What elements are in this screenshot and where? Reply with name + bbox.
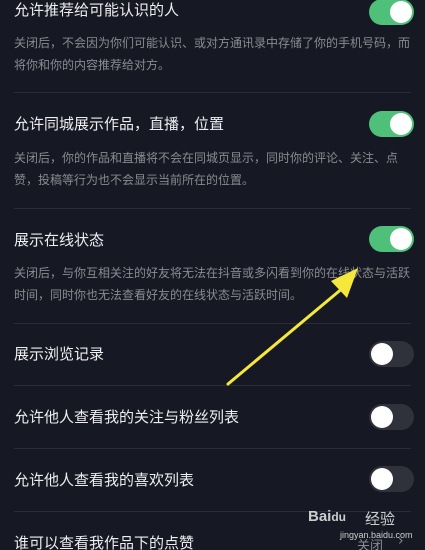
watermark-url: jingyan.baidu.com — [340, 530, 413, 540]
toggle-knob — [390, 1, 412, 23]
setting-row-online-status: 展示在线状态 关闭后，与你互相关注的好友将无法在抖音或多闪看到你的在线状态与活跃… — [0, 209, 425, 323]
setting-title: 允许他人查看我的喜欢列表 — [14, 471, 195, 489]
likes-list-toggle[interactable] — [369, 466, 414, 492]
watermark-cn: 经验 — [365, 510, 396, 528]
setting-title: 展示在线状态 — [14, 231, 105, 249]
toggle-knob — [371, 343, 393, 365]
setting-description: 关闭后，与你互相关注的好友将无法在抖音或多闪看到你的在线状态与活跃时间，同时你也… — [14, 266, 411, 302]
setting-row-likes-list: 允许他人查看我的喜欢列表 — [0, 449, 425, 511]
local-display-toggle[interactable] — [369, 111, 414, 137]
watermark-brand-paw: du — [331, 510, 347, 524]
browsing-history-toggle[interactable] — [369, 341, 414, 367]
toggle-knob — [390, 113, 412, 135]
toggle-knob — [390, 228, 412, 250]
setting-title: 谁可以查看我作品下的点赞 — [14, 534, 195, 550]
setting-description: 关闭后，你的作品和直播将不会在同城页显示，同时你的评论、关注、点赞，投稿等行为也… — [14, 151, 399, 187]
toggle-knob — [371, 468, 393, 490]
setting-title: 允许他人查看我的关注与粉丝列表 — [14, 408, 240, 426]
setting-description: 关闭后，不会因为你们可能认识、或对方通讯录中存储了你的手机号码，而将你和你的内容… — [14, 36, 411, 72]
setting-title: 展示浏览记录 — [14, 345, 105, 363]
follow-list-toggle[interactable] — [369, 404, 414, 430]
setting-row-browsing-history: 展示浏览记录 — [0, 324, 425, 385]
watermark-brand: Baidu — [308, 508, 346, 525]
setting-title: 允许同城展示作品，直播，位置 — [14, 115, 225, 133]
setting-row-follow-list: 允许他人查看我的关注与粉丝列表 — [0, 386, 425, 448]
setting-row-local-display: 允许同城展示作品，直播，位置 关闭后，你的作品和直播将不会在同城页显示，同时你的… — [0, 93, 425, 209]
setting-row-recommend-to-acquaintances: 允许推荐给可能认识的人 关闭后，不会因为你们可能认识、或对方通讯录中存储了你的手… — [0, 0, 425, 92]
toggle-knob — [371, 406, 393, 428]
privacy-settings-screen: 允许推荐给可能认识的人 关闭后，不会因为你们可能认识、或对方通讯录中存储了你的手… — [0, 0, 425, 550]
setting-title: 允许推荐给可能认识的人 — [14, 1, 180, 19]
recommend-toggle[interactable] — [369, 0, 414, 25]
watermark-brand-bai: Bai — [308, 508, 332, 525]
online-status-toggle[interactable] — [369, 226, 414, 252]
